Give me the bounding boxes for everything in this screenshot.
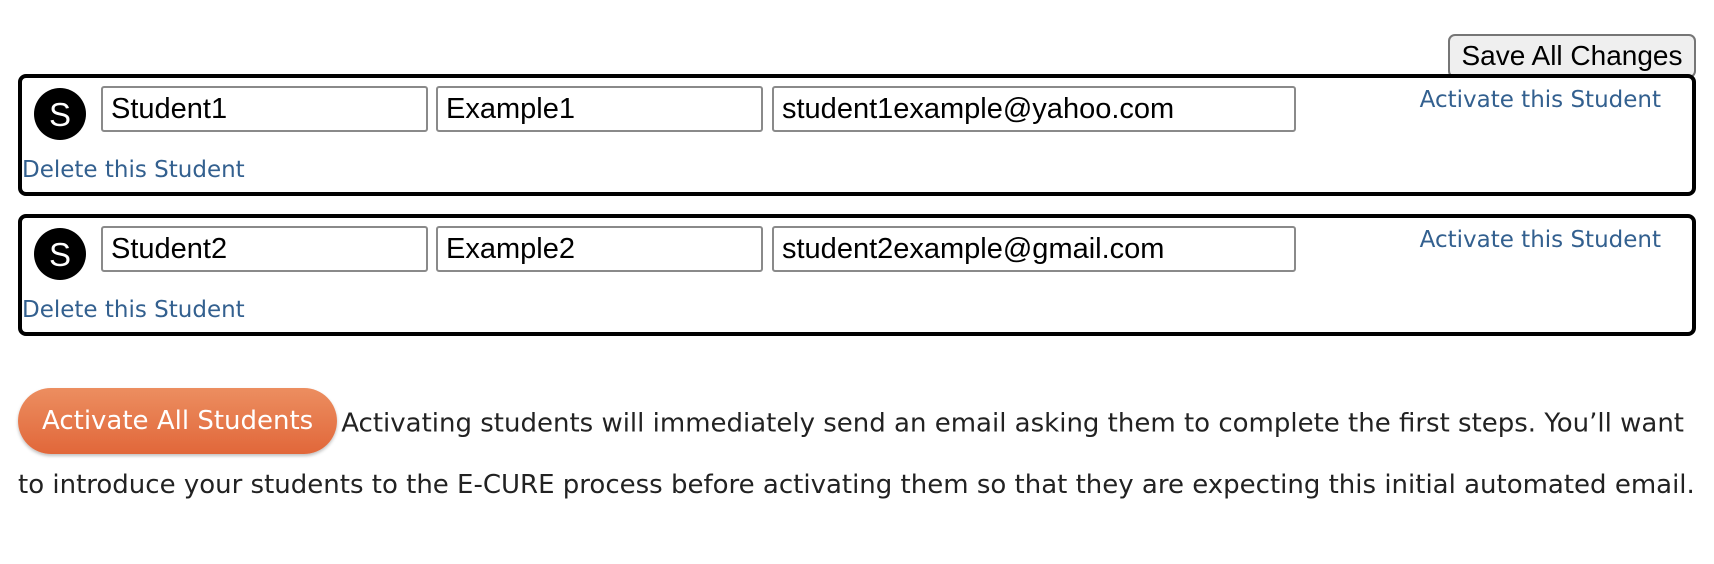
- first-name-field[interactable]: [101, 86, 428, 132]
- activate-student-link[interactable]: Activate this Student: [1420, 85, 1661, 115]
- activate-all-students-button[interactable]: Activate All Students: [18, 388, 338, 454]
- delete-student-link[interactable]: Delete this Student: [22, 295, 245, 325]
- avatar: S: [34, 88, 86, 140]
- activate-student-link[interactable]: Activate this Student: [1420, 225, 1661, 255]
- activation-section: Activate All Students Activating students…: [18, 388, 1696, 514]
- student-card: S Activate this Student Delete this Stud…: [18, 74, 1696, 196]
- delete-student-link[interactable]: Delete this Student: [22, 155, 245, 185]
- last-name-field[interactable]: [436, 86, 763, 132]
- email-field[interactable]: [772, 226, 1296, 272]
- student-card: S Activate this Student Delete this Stud…: [18, 214, 1696, 336]
- email-field[interactable]: [772, 86, 1296, 132]
- avatar: S: [34, 228, 86, 280]
- last-name-field[interactable]: [436, 226, 763, 272]
- save-all-changes-button[interactable]: Save All Changes: [1448, 34, 1696, 78]
- first-name-field[interactable]: [101, 226, 428, 272]
